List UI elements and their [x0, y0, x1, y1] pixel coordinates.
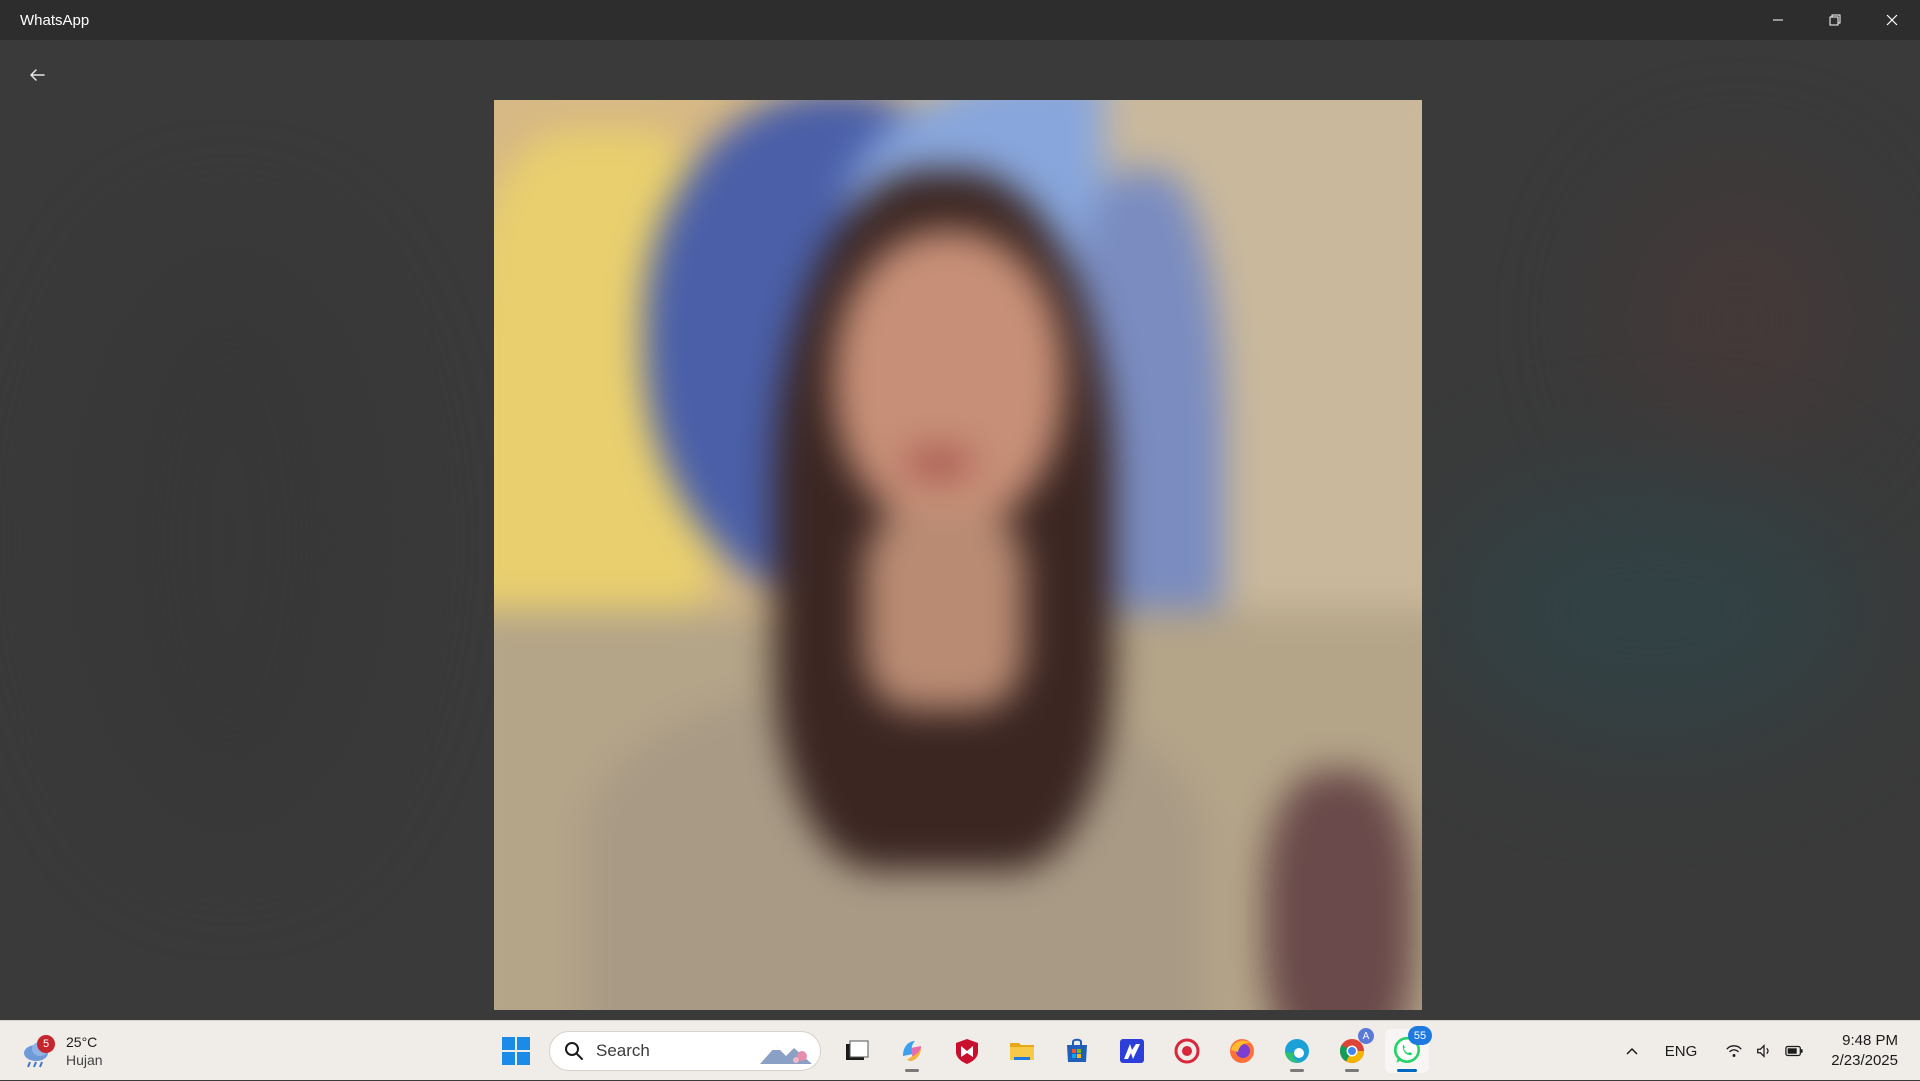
arrow-left-icon: [30, 69, 45, 81]
chrome-profile-badge: A: [1358, 1028, 1374, 1044]
weather-widget[interactable]: 5 25°C Hujan: [20, 1029, 103, 1073]
mcafee-button[interactable]: [945, 1029, 989, 1073]
windows-logo-icon: [502, 1037, 530, 1065]
search-label: Search: [596, 1041, 650, 1060]
chrome-button[interactable]: A: [1330, 1028, 1374, 1073]
window-controls: [1749, 0, 1920, 40]
microsoft-store-button[interactable]: [1055, 1029, 1099, 1073]
firefox-icon: [1230, 1039, 1254, 1063]
clock[interactable]: 9:48 PM 2/23/2025: [1831, 1031, 1898, 1071]
screen-recorder-button[interactable]: [1165, 1029, 1209, 1073]
copilot-icon: [903, 1041, 921, 1061]
start-button[interactable]: [494, 1029, 538, 1073]
restore-button[interactable]: [1806, 0, 1863, 40]
chevron-up-icon: [1626, 1047, 1638, 1055]
close-icon: [1886, 14, 1897, 26]
back-button[interactable]: [20, 58, 54, 92]
edge-button[interactable]: [1275, 1029, 1319, 1073]
close-button[interactable]: [1863, 0, 1920, 40]
show-hidden-icons-button[interactable]: [1617, 1036, 1647, 1066]
clock-date: 2/23/2025: [1831, 1052, 1898, 1069]
weather-temperature: 25°C: [66, 1034, 98, 1050]
ambient-glow: [1440, 480, 1860, 740]
quick-settings-button[interactable]: [1719, 1036, 1809, 1066]
running-indicator: [1290, 1069, 1304, 1072]
volume-icon: [1749, 1036, 1779, 1066]
system-tray: ENG 9:48 PM 2/23/2025: [1617, 1021, 1920, 1081]
rain-cloud-icon: 5: [20, 1033, 56, 1069]
copilot-button[interactable]: [890, 1029, 934, 1073]
language-indicator[interactable]: ENG: [1665, 1043, 1698, 1060]
search-highlight-icon: [760, 1046, 812, 1064]
media-viewer: [0, 40, 1920, 1020]
clock-time: 9:48 PM: [1842, 1032, 1898, 1049]
weather-condition: Hujan: [66, 1052, 103, 1068]
task-view-button[interactable]: [835, 1029, 879, 1073]
photo-content: [494, 100, 1422, 1010]
search-icon: [565, 1042, 583, 1060]
running-indicator: [905, 1069, 919, 1072]
taskbar-search[interactable]: Search: [549, 1031, 821, 1071]
weather-text: 25°C Hujan: [66, 1033, 103, 1069]
mcafee-icon: [956, 1039, 978, 1064]
minimize-icon: [1772, 19, 1783, 21]
whatsapp-button[interactable]: 55: [1385, 1026, 1432, 1073]
minimize-button[interactable]: [1749, 0, 1806, 40]
app-blue-button[interactable]: [1110, 1029, 1154, 1073]
weather-alert-badge: 5: [37, 1035, 55, 1053]
task-view-icon: [846, 1040, 869, 1060]
title-bar: WhatsApp: [0, 0, 1920, 40]
record-icon: [1174, 1038, 1200, 1064]
wifi-icon: [1719, 1036, 1749, 1066]
window-title: WhatsApp: [20, 11, 90, 29]
active-indicator: [1397, 1069, 1417, 1072]
taskbar-apps: Search A 55: [494, 1026, 1440, 1073]
store-icon: [1067, 1038, 1087, 1062]
ambient-glow: [1620, 180, 1860, 460]
battery-icon: [1779, 1036, 1809, 1066]
blurred-photo[interactable]: [494, 100, 1422, 1010]
running-indicator: [1345, 1069, 1359, 1072]
edge-icon: [1285, 1039, 1309, 1063]
whatsapp-unread-badge: 55: [1408, 1026, 1432, 1045]
folder-icon: [1010, 1043, 1034, 1060]
app-blue-icon: [1120, 1039, 1144, 1063]
restore-icon: [1829, 14, 1840, 26]
ambient-glow: [80, 240, 380, 840]
taskbar: 5 25°C Hujan Search A 55 ENG 9:48 PM 2/2…: [0, 1020, 1920, 1080]
firefox-button[interactable]: [1220, 1029, 1264, 1073]
file-explorer-button[interactable]: [1000, 1029, 1044, 1073]
